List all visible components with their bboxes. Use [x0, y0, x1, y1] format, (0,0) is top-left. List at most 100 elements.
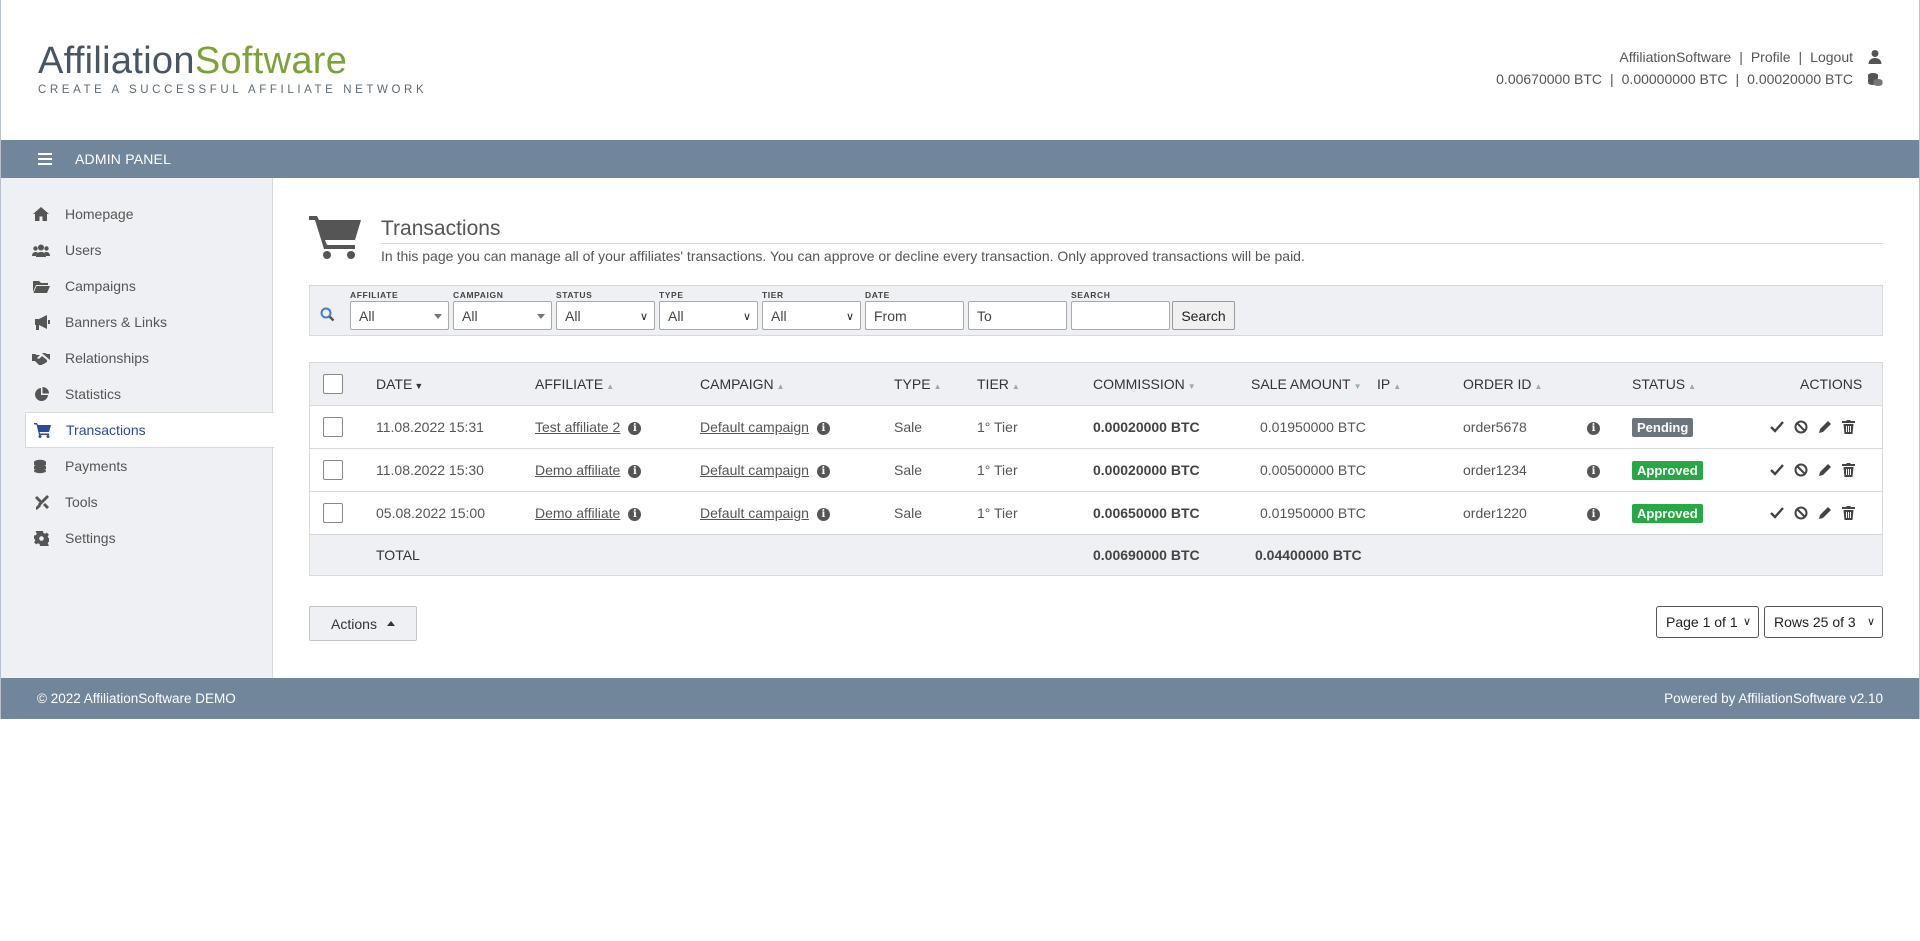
sidebar-item-tools[interactable]: Tools — [1, 484, 272, 520]
row-checkbox[interactable] — [323, 460, 343, 480]
row-checkbox[interactable] — [323, 417, 343, 437]
date-to-input[interactable]: To — [968, 301, 1067, 330]
decline-icon[interactable] — [1793, 463, 1808, 478]
total-sale-amount: 0.04400000 BTC — [1255, 547, 1362, 563]
profile-link[interactable]: Profile — [1751, 48, 1791, 66]
sidebar-item-statistics[interactable]: Statistics — [1, 376, 272, 412]
gear-icon — [32, 529, 50, 547]
campaign-link[interactable]: Default campaign — [700, 462, 809, 478]
sidebar-item-transactions[interactable]: Transactions — [25, 412, 274, 448]
type-select[interactable]: All ∨ — [659, 301, 758, 330]
sidebar-item-campaigns[interactable]: Campaigns — [1, 268, 272, 304]
search-input[interactable] — [1071, 301, 1170, 330]
actions-button[interactable]: Actions — [309, 606, 417, 641]
user-icon[interactable] — [1867, 49, 1883, 65]
info-icon[interactable]: i — [1587, 421, 1600, 435]
rows-select[interactable]: Rows 25 of 3 ∨ — [1764, 606, 1883, 638]
status-badge: Approved — [1632, 503, 1703, 523]
info-icon[interactable]: i — [628, 421, 642, 435]
info-icon[interactable]: i — [628, 464, 642, 478]
sidebar-item-payments[interactable]: Payments — [1, 448, 272, 484]
sidebar-item-settings[interactable]: Settings — [1, 520, 272, 556]
approve-icon[interactable] — [1769, 506, 1784, 521]
copyright-text: © 2022 AffiliationSoftware DEMO — [37, 691, 236, 706]
main-content: Transactions In this page you can manage… — [273, 178, 1919, 678]
cell-tier: 1° Tier — [977, 462, 1018, 478]
edit-icon[interactable] — [1817, 420, 1832, 435]
search-filter: SEARCH — [1071, 290, 1170, 330]
affiliate-link[interactable]: Test affiliate 2 — [535, 419, 620, 435]
cell-order-id: order1220 — [1463, 505, 1527, 521]
decline-icon[interactable] — [1793, 506, 1808, 521]
delete-icon[interactable] — [1841, 506, 1856, 521]
table-row: 11.08.2022 15:30 Demo affiliate i Default… — [310, 449, 1882, 492]
info-icon[interactable]: i — [1587, 507, 1600, 521]
info-icon[interactable]: i — [816, 507, 830, 521]
logo[interactable]: AffiliationSoftware CREATE A SUCCESSFUL … — [38, 40, 427, 96]
tier-select[interactable]: All ∨ — [762, 301, 861, 330]
cell-commission: 0.00020000 BTC — [1093, 419, 1200, 435]
campaign-select[interactable]: All — [453, 301, 552, 330]
row-actions — [1769, 420, 1856, 435]
affiliate-select[interactable]: All — [350, 301, 449, 330]
delete-icon[interactable] — [1841, 420, 1856, 435]
edit-icon[interactable] — [1817, 506, 1832, 521]
column-order-id[interactable]: ORDER ID ▲ — [1463, 376, 1542, 392]
username-link[interactable]: AffiliationSoftware — [1619, 48, 1731, 66]
cart-icon — [33, 421, 51, 439]
approve-icon[interactable] — [1769, 420, 1784, 435]
balance-3: 0.00020000 BTC — [1747, 71, 1853, 87]
cell-type: Sale — [894, 462, 923, 478]
logout-link[interactable]: Logout — [1810, 48, 1853, 66]
cell-tier: 1° Tier — [977, 419, 1018, 435]
row-checkbox[interactable] — [323, 503, 343, 523]
sidebar-item-banners-links[interactable]: Banners & Links — [1, 304, 272, 340]
sidebar-item-label: Tools — [65, 494, 98, 510]
column-ip[interactable]: IP ▲ — [1377, 376, 1401, 392]
coins-icon[interactable] — [1867, 71, 1883, 87]
info-icon[interactable]: i — [628, 507, 642, 521]
filter-bar: AFFILIATE All CAMPAIGN All STATUS All ∨ T… — [309, 285, 1883, 336]
footer: © 2022 AffiliationSoftware DEMO Powered … — [1, 678, 1919, 719]
logo-text-part2: Software — [194, 40, 348, 82]
users-icon — [32, 241, 50, 259]
sidebar-item-homepage[interactable]: Homepage — [1, 196, 272, 232]
cell-sale-amount: 0.01950000 BTC — [1260, 419, 1366, 435]
column-status[interactable]: STATUS ▲ — [1632, 376, 1696, 392]
hamburger-menu-icon[interactable] — [38, 153, 52, 165]
column-date[interactable]: DATE ▼ — [376, 376, 423, 392]
search-icon — [320, 307, 335, 325]
status-select[interactable]: All ∨ — [556, 301, 655, 330]
edit-icon[interactable] — [1817, 463, 1832, 478]
info-icon[interactable]: i — [816, 421, 830, 435]
approve-icon[interactable] — [1769, 463, 1784, 478]
type-filter: TYPE All ∨ — [659, 290, 758, 330]
info-icon[interactable]: i — [1587, 464, 1600, 478]
date-from-input[interactable]: From — [865, 301, 964, 330]
search-button[interactable]: Search — [1172, 301, 1235, 330]
date-to-group: To — [968, 301, 1067, 330]
decline-icon[interactable] — [1793, 420, 1808, 435]
column-commission[interactable]: COMMISSION ▼ — [1093, 376, 1196, 392]
page-description: In this page you can manage all of your … — [381, 248, 1305, 264]
info-icon[interactable]: i — [816, 464, 830, 478]
column-affiliate[interactable]: AFFILIATE ▲ — [535, 376, 614, 392]
page-select[interactable]: Page 1 of 1 ∨ — [1656, 606, 1759, 638]
column-sale-amount[interactable]: SALE AMOUNT ▼ — [1251, 376, 1362, 392]
column-campaign[interactable]: CAMPAIGN ▲ — [700, 376, 785, 392]
campaign-link[interactable]: Default campaign — [700, 419, 809, 435]
column-type[interactable]: TYPE ▲ — [894, 376, 942, 392]
chevron-down-icon: ∨ — [1866, 616, 1875, 628]
sidebar-item-relationships[interactable]: Relationships — [1, 340, 272, 376]
caret-up-icon — [386, 621, 395, 626]
affiliate-link[interactable]: Demo affiliate — [535, 462, 620, 478]
table-row: 05.08.2022 15:00 Demo affiliate i Default… — [310, 492, 1882, 535]
delete-icon[interactable] — [1841, 463, 1856, 478]
sidebar-item-label: Settings — [65, 530, 116, 546]
campaign-link[interactable]: Default campaign — [700, 505, 809, 521]
sidebar-item-label: Homepage — [65, 206, 134, 222]
sidebar-item-users[interactable]: Users — [1, 232, 272, 268]
select-all-checkbox[interactable] — [323, 374, 343, 394]
affiliate-link[interactable]: Demo affiliate — [535, 505, 620, 521]
column-tier[interactable]: TIER ▲ — [977, 376, 1020, 392]
